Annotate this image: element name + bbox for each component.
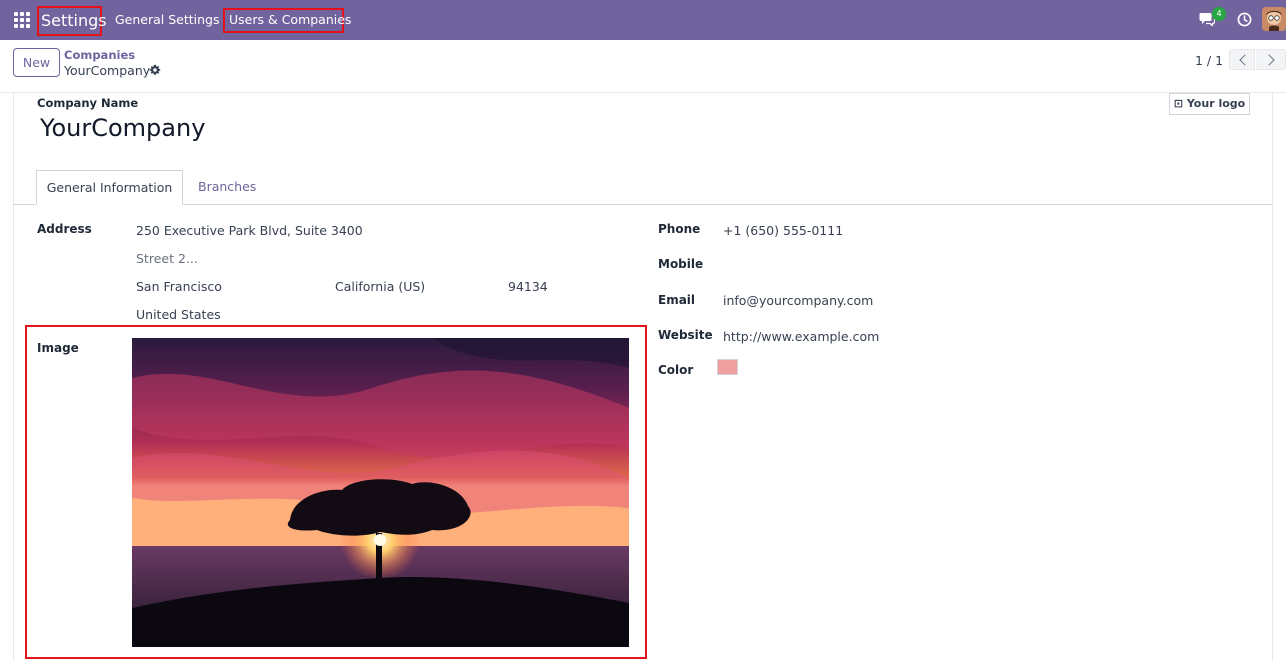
company-name-label: Company Name (37, 96, 139, 110)
pager-counter: 1 / 1 (1195, 53, 1224, 68)
breadcrumb-current-record: YourCompany (64, 63, 151, 78)
pager-next-button[interactable] (1256, 49, 1286, 70)
user-avatar[interactable] (1262, 7, 1286, 31)
tab-general-information[interactable]: General Information (36, 170, 183, 205)
phone-label: Phone (658, 222, 701, 236)
form-tabs: General Information Branches (14, 170, 1272, 205)
menu-users-companies[interactable]: Users & Companies (223, 8, 351, 33)
mobile-label: Mobile (658, 257, 704, 271)
control-panel: New Companies YourCompany 1 / 1 (0, 40, 1286, 93)
new-button[interactable]: New (13, 48, 60, 77)
address-label: Address (37, 222, 92, 236)
company-image[interactable] (132, 338, 629, 647)
gear-icon[interactable] (149, 64, 161, 76)
street-field[interactable]: 250 Executive Park Blvd, Suite 3400 (136, 223, 363, 238)
activity-clock-icon[interactable] (1237, 12, 1252, 27)
breadcrumb-companies[interactable]: Companies (64, 48, 135, 62)
tab-branches[interactable]: Branches (198, 170, 256, 205)
pager-previous-button[interactable] (1229, 49, 1255, 70)
chevron-right-icon (1263, 54, 1275, 66)
email-label: Email (658, 293, 696, 307)
top-navbar: Settings General Settings Users & Compan… (0, 0, 1286, 40)
website-label: Website (658, 328, 713, 342)
chat-count-badge: 4 (1212, 7, 1226, 21)
camera-icon: ⊡ (1173, 97, 1187, 110)
state-field[interactable]: California (US) (335, 279, 425, 294)
company-form-sheet: Company Name YourCompany ⊡ Your logo Gen… (13, 93, 1273, 661)
email-field[interactable]: info@yourcompany.com (723, 293, 873, 308)
menu-general-settings[interactable]: General Settings (115, 12, 220, 28)
phone-field[interactable]: +1 (650) 555-0111 (723, 223, 843, 238)
country-field[interactable]: United States (136, 307, 221, 322)
color-label: Color (658, 363, 694, 377)
website-field[interactable]: http://www.example.com (723, 329, 879, 344)
color-swatch[interactable] (717, 359, 738, 375)
city-field[interactable]: San Francisco (136, 279, 222, 294)
logo-upload-button[interactable]: ⊡ Your logo (1169, 93, 1250, 115)
logo-upload-label: Your logo (1186, 97, 1246, 110)
chevron-left-icon (1239, 54, 1251, 66)
company-name-field[interactable]: YourCompany (40, 114, 205, 142)
apps-menu-icon[interactable] (14, 12, 30, 28)
app-name-settings[interactable]: Settings (37, 6, 107, 36)
image-label: Image (37, 341, 79, 355)
street2-field[interactable]: Street 2... (136, 251, 198, 266)
zip-field[interactable]: 94134 (508, 279, 548, 294)
